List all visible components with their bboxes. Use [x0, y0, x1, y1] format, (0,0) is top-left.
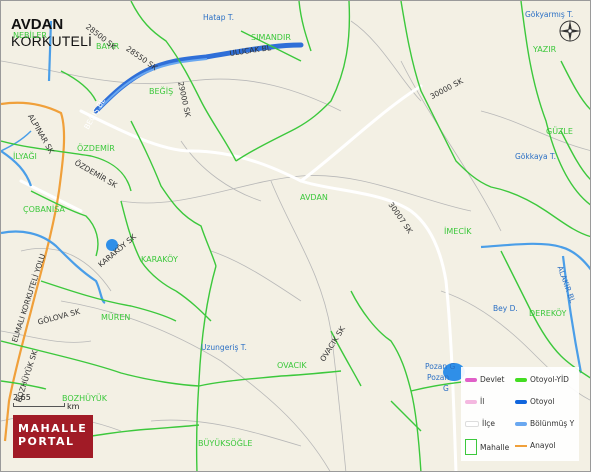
mahalle-label: DEREKÖY [529, 309, 567, 318]
legend-item-mahalle: Mahalle [465, 439, 509, 455]
mahalle-label: NEBİLER [13, 31, 47, 40]
legend-swatch [465, 420, 479, 427]
map-legend: Devlet Otoyol-YİD İl Otoyol İlçe Bölünmü… [461, 367, 579, 461]
legend-label: Anayol [530, 441, 556, 450]
portal-line1: MAHALLE [18, 422, 88, 435]
poi-label: Pozan [427, 373, 450, 382]
region-title: AVDAN [11, 16, 64, 33]
legend-label: İlçe [482, 419, 496, 428]
scale-value: 2,65 [13, 393, 31, 402]
legend-label: Mahalle [480, 442, 510, 452]
compass-icon [558, 19, 582, 43]
rivers [1, 20, 590, 374]
mahalle-label: GÜZLE [546, 127, 573, 136]
poi-label: G [443, 384, 449, 393]
map-view[interactable]: AVDAN KORKUTELİ NEBİLER BAYIR SIMANDIR Y… [0, 0, 591, 472]
legend-item-bolunmus-yol: Bölünmüş Y [515, 419, 574, 428]
poi-label: Gökkaya T. [515, 152, 557, 161]
portal-line2: PORTAL [18, 435, 75, 448]
mahalle-portal-logo[interactable]: MAHALLE PORTAL [13, 415, 93, 458]
ulucak-river [93, 42, 304, 114]
legend-swatch [515, 377, 527, 382]
mahalle-label: SIMANDIR [251, 33, 291, 42]
legend-label: Otoyol-YİD [530, 375, 569, 384]
mahalle-label: ÖZDEMİR [77, 144, 115, 153]
legend-label: İl [480, 397, 485, 406]
legend-item-devlet: Devlet [465, 375, 504, 384]
mahalle-label: OVACIK [277, 361, 307, 370]
legend-swatch [515, 399, 527, 404]
legend-item-il: İl [465, 397, 484, 406]
scale-unit: km [67, 402, 80, 411]
stream [1, 130, 32, 152]
mahalle-label: İLYAĞI [13, 152, 37, 161]
poi-label: Gökyarmış T. [525, 10, 574, 19]
legend-item-otoyol: Otoyol [515, 397, 555, 406]
mahalle-label: YAZIR [533, 45, 557, 54]
mahalle-label: KARAKÖY [141, 255, 178, 264]
scale-bar: 2,65 km [13, 393, 79, 411]
poi-label: Pozan G [425, 362, 456, 371]
legend-swatch [465, 377, 477, 382]
legend-label: Bölünmüş Y [530, 419, 575, 428]
legend-swatch [465, 399, 477, 404]
legend-item-anayol: Anayol [515, 441, 556, 450]
mahalle-label: BEĞİŞ [149, 87, 174, 96]
poi-label: Bey D. [493, 304, 518, 313]
mahalle-label: BÜYÜKSÖĞLE [198, 439, 253, 448]
mahalle-label: MÜREN [101, 313, 131, 322]
legend-label: Otoyol [530, 397, 555, 406]
mahalle-label: ÇOBANİSA [23, 205, 65, 214]
mahalle-label: AVDAN [300, 193, 328, 202]
legend-label: Devlet [480, 375, 505, 384]
poi-label: Hatap T. [203, 13, 234, 22]
legend-swatch [515, 421, 527, 426]
poi-label: Uzungeriş T. [201, 343, 247, 352]
scale-bar-graphic [13, 403, 65, 407]
mahalle-label: İMECİK [444, 227, 472, 236]
legend-swatch [515, 444, 527, 447]
legend-swatch [465, 439, 477, 455]
legend-item-ilce: İlçe [465, 419, 495, 428]
legend-item-otoyol-yid: Otoyol-YİD [515, 375, 569, 384]
